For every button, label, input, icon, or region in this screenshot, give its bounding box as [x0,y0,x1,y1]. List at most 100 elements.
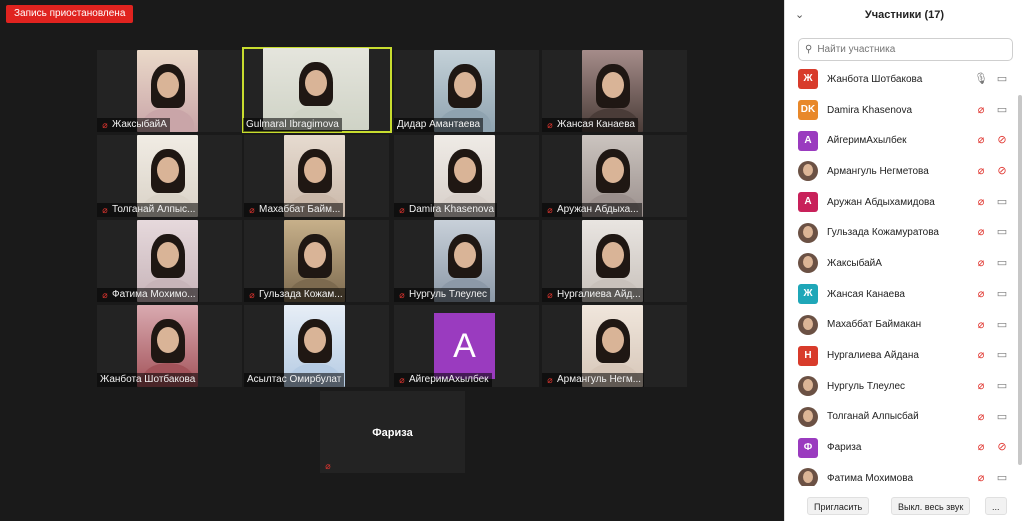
participant-nameplate: ⌀ ЖаксыбайА [97,118,170,132]
mic-muted-icon[interactable]: ⌀ [974,319,988,331]
panel-title: Участники (17) [864,9,945,21]
participant-tile[interactable]: ⌀ Жансая Канаева [542,50,687,132]
participant-tile[interactable]: ⌀ ЖаксыбайА [97,50,242,132]
participant-row[interactable]: Гульзада Кожамуратова ⌀ ▭ [785,217,1019,248]
scrollbar[interactable] [1018,95,1022,465]
video-camera-icon[interactable]: ▭ [995,319,1009,331]
participant-tile[interactable]: ⌀ Махаббат Байм... [244,135,389,217]
video-off-icon[interactable]: ⊘ [995,134,1009,146]
participant-tile[interactable]: ⌀ Толганай Алпыс... [97,135,242,217]
search-icon: ⚲ [805,44,813,55]
mic-muted-icon: ⌀ [249,290,255,300]
mic-muted-icon[interactable]: ⌀ [974,288,988,300]
participant-name: АйгеримАхылбек [827,135,907,147]
mic-muted-icon[interactable]: ⌀ [974,196,988,208]
avatar: A [434,313,495,379]
mic-muted-icon: ⌀ [102,120,108,130]
mic-muted-icon[interactable]: ⌀ [974,104,988,116]
participant-tile-name-only[interactable]: Фариза ⌀ [320,391,465,473]
video-camera-icon[interactable]: ▭ [995,472,1009,484]
participant-tile[interactable]: Жанбота Шотбакова [97,305,242,387]
invite-button[interactable]: Пригласить [807,497,870,515]
search-input[interactable] [817,44,998,55]
video-off-icon[interactable]: ⊘ [995,165,1009,177]
participant-row[interactable]: A Аружан Абдыхамидова ⌀ ▭ [785,187,1019,218]
participant-row[interactable]: Махаббат Баймакан ⌀ ▭ [785,310,1019,341]
participant-row[interactable]: Ф Фариза ⌀ ⊘ [785,432,1019,463]
participant-tile[interactable]: ⌀ Нургуль Тлеулес [394,220,539,302]
participant-nameplate: ⌀ Армангуль Негм... [542,373,645,387]
avatar: DK [798,100,818,121]
mic-muted-icon: ⌀ [399,205,405,215]
participant-row[interactable]: Нургуль Тлеулес ⌀ ▭ [785,371,1019,402]
participant-name: Дидар Амантаева [397,119,481,130]
participant-row[interactable]: DK Damira Khasenova ⌀ ▭ [785,95,1019,126]
participant-tile[interactable]: ⌀ Аружан Абдыха... [542,135,687,217]
mic-muted-icon[interactable]: ⌀ [974,472,988,484]
mic-muted-icon: ⌀ [249,205,255,215]
participant-tile[interactable]: ⌀ Нургалиева Айд... [542,220,687,302]
avatar: Ж [798,284,818,305]
video-camera-icon[interactable]: ▭ [995,380,1009,392]
participant-row[interactable]: ЖаксыбайА ⌀ ▭ [785,248,1019,279]
mic-muted-icon[interactable]: ⌀ [974,441,988,453]
mic-muted-icon[interactable]: ⌀ [974,380,988,392]
participant-name: Толганай Алпыс... [112,204,196,215]
video-camera-icon[interactable]: ▭ [995,104,1009,116]
panel-header: ⌄ Участники (17) [785,0,1024,30]
participant-tile[interactable]: Дидар Амантаева [394,50,539,132]
avatar: Ф [798,437,818,458]
video-camera-icon[interactable]: ▭ [995,288,1009,300]
participant-tile[interactable]: Gulmaral Ibragimova [242,47,392,133]
recording-paused-badge[interactable]: Запись приостановлена [6,5,134,23]
video-camera-icon[interactable]: ▭ [995,411,1009,423]
participant-tile[interactable]: ⌀ Гульзада Кожам... [244,220,389,302]
mic-muted-icon[interactable]: ⌀ [974,349,988,361]
video-camera-icon[interactable]: ▭ [995,257,1009,269]
participant-name: Толганай Алпысбай [827,411,919,423]
video-camera-icon[interactable]: ▭ [995,196,1009,208]
participant-tile[interactable]: ⌀ Армангуль Негм... [542,305,687,387]
participant-nameplate: ⌀ Гульзада Кожам... [244,288,346,302]
participant-tile[interactable]: ⌀ Damira Khasenova [394,135,539,217]
video-camera-icon[interactable]: ▭ [995,226,1009,238]
participant-nameplate: Gulmaral Ibragimova [243,118,342,132]
participant-tile[interactable]: A ⌀ АйгеримАхылбек [394,305,539,387]
participant-name: Армангуль Негм... [557,374,642,385]
participant-nameplate: ⌀ Жансая Канаева [542,118,638,132]
mic-muted-icon[interactable]: ⌀ [974,257,988,269]
video-camera-icon[interactable]: ▭ [995,349,1009,361]
avatar [798,468,818,486]
search-participant-field[interactable]: ⚲ [798,38,1013,61]
participant-row[interactable]: Армангуль Негметова ⌀ ⊘ [785,156,1019,187]
participant-name: Нургалиева Айд... [557,289,641,300]
participant-row[interactable]: Ж Жансая Канаева ⌀ ▭ [785,279,1019,310]
participant-tile[interactable]: ⌀ Фатима Мохимо... [97,220,242,302]
participant-tile[interactable]: Асылтас Омирбулат [244,305,389,387]
participant-row[interactable]: Фатима Мохимова ⌀ ▭ [785,463,1019,486]
mic-muted-icon[interactable]: ⌀ [974,226,988,238]
video-gallery: Запись приостановлена ⌀ ЖаксыбайА Gulmaral… [0,0,784,521]
more-options-button[interactable]: ... [985,497,1007,515]
participant-name: Фариза [372,427,413,439]
mic-muted-icon[interactable]: ⌀ [974,165,988,177]
participant-row[interactable]: Ж Жанбота Шотбакова 🎙︎ ▭ [785,64,1019,95]
mic-muted-icon[interactable]: ⌀ [974,411,988,423]
mic-muted-icon: ⌀ [399,290,405,300]
participant-name: Жанбота Шотбакова [827,73,923,85]
participant-nameplate: Дидар Амантаева [394,118,484,132]
participant-name: Gulmaral Ibragimova [246,119,339,130]
mic-muted-icon[interactable]: ⌀ [974,134,988,146]
avatar: A [798,192,818,213]
mic-muted-icon: ⌀ [399,375,405,385]
avatar [798,314,818,335]
microphone-icon[interactable]: 🎙︎ [974,73,988,85]
mic-muted-icon: ⌀ [547,120,553,130]
mute-all-button[interactable]: Выкл. весь звук [891,497,971,515]
participant-row[interactable]: A АйгеримАхылбек ⌀ ⊘ [785,125,1019,156]
participant-nameplate: Асылтас Омирбулат [244,373,345,387]
participant-row[interactable]: Толганай Алпысбай ⌀ ▭ [785,402,1019,433]
participant-row[interactable]: Н Нургалиева Айдана ⌀ ▭ [785,340,1019,371]
video-off-icon[interactable]: ⊘ [995,441,1009,453]
video-camera-icon[interactable]: ▭ [995,73,1009,85]
